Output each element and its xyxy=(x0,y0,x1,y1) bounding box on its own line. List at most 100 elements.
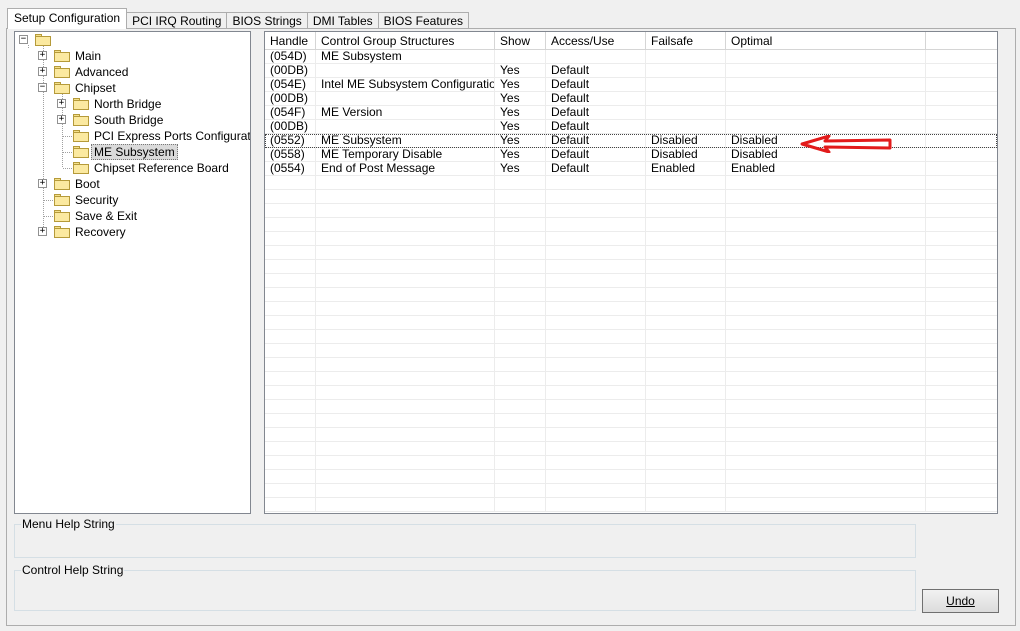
cell-access-use[interactable]: Default xyxy=(546,162,646,176)
menu-help-group: Menu Help String xyxy=(14,517,916,558)
cell-failsafe[interactable]: Enabled xyxy=(646,162,726,176)
cell-handle[interactable]: (0554) xyxy=(265,162,316,176)
undo-button[interactable]: Undo xyxy=(922,589,999,613)
table-row[interactable]: (00DB) Yes Default xyxy=(265,120,997,134)
cell-optimal[interactable]: Enabled xyxy=(726,162,926,176)
table-row[interactable]: (0554) End of Post Message Yes Default Enabl… xyxy=(265,162,997,176)
tree-item-main[interactable]: + Main xyxy=(15,48,245,64)
cell-access-use[interactable]: Default xyxy=(546,92,646,106)
cell-control-group[interactable] xyxy=(316,120,495,134)
column-header-show[interactable]: Show xyxy=(495,32,546,50)
cell-handle[interactable]: (00DB) xyxy=(265,120,316,134)
tree-item-pci-express-ports[interactable]: PCI Express Ports Configuration xyxy=(15,128,250,144)
tree-item-security[interactable]: Security xyxy=(15,192,245,208)
cell-access-use[interactable]: Default xyxy=(546,134,646,148)
table-row[interactable]: (054D) ME Subsystem xyxy=(265,50,997,64)
cell-handle[interactable]: (054E) xyxy=(265,78,316,92)
cell-access-use[interactable]: Default xyxy=(546,106,646,120)
column-header-access-use[interactable]: Access/Use xyxy=(546,32,646,50)
cell-failsafe[interactable]: Disabled xyxy=(646,148,726,162)
table-row[interactable]: (00DB) Yes Default xyxy=(265,64,997,78)
cell-access-use[interactable]: Default xyxy=(546,148,646,162)
table-row[interactable]: (054F) ME Version Yes Default xyxy=(265,106,997,120)
cell-failsafe[interactable] xyxy=(646,120,726,134)
empty-cell xyxy=(495,316,546,330)
expand-icon[interactable]: + xyxy=(38,67,47,76)
cell-show[interactable]: Yes xyxy=(495,120,546,134)
cell-optimal[interactable] xyxy=(726,120,926,134)
cell-optimal[interactable] xyxy=(726,64,926,78)
tree-item-chipset-reference-board[interactable]: Chipset Reference Board xyxy=(15,160,245,176)
tree-item-north-bridge[interactable]: + North Bridge xyxy=(15,96,245,112)
tree-item-south-bridge[interactable]: + South Bridge xyxy=(15,112,245,128)
column-header-failsafe[interactable]: Failsafe xyxy=(646,32,726,50)
expand-icon[interactable]: + xyxy=(57,99,66,108)
cell-control-group[interactable]: ME Version xyxy=(316,106,495,120)
collapse-icon[interactable]: − xyxy=(38,83,47,92)
cell-failsafe[interactable] xyxy=(646,106,726,120)
empty-cell xyxy=(316,414,495,428)
control-grid[interactable]: Handle Control Group Structures Show Acc… xyxy=(264,31,998,514)
expand-icon[interactable]: + xyxy=(38,179,47,188)
column-header-control-group[interactable]: Control Group Structures xyxy=(316,32,495,50)
collapse-icon[interactable]: − xyxy=(19,35,28,44)
tree-item-chipset[interactable]: − Chipset xyxy=(15,80,245,96)
expand-icon[interactable]: + xyxy=(57,115,66,124)
cell-show[interactable] xyxy=(495,50,546,64)
cell-access-use[interactable]: Default xyxy=(546,120,646,134)
setup-tree[interactable]: − + Main + Advanced − Chipset + North Br… xyxy=(14,31,251,514)
cell-handle[interactable]: (00DB) xyxy=(265,92,316,106)
expand-icon[interactable]: + xyxy=(38,51,47,60)
cell-access-use[interactable]: Default xyxy=(546,78,646,92)
empty-cell xyxy=(265,372,316,386)
cell-show[interactable]: Yes xyxy=(495,92,546,106)
column-header-optimal[interactable]: Optimal xyxy=(726,32,926,50)
cell-failsafe[interactable]: Disabled xyxy=(646,134,726,148)
cell-handle[interactable]: (054F) xyxy=(265,106,316,120)
cell-show[interactable]: Yes xyxy=(495,162,546,176)
cell-handle[interactable]: (054D) xyxy=(265,50,316,64)
table-row[interactable]: (054E) Intel ME Subsystem Configuration Ye… xyxy=(265,78,997,92)
empty-row xyxy=(265,176,997,190)
cell-show[interactable]: Yes xyxy=(495,64,546,78)
cell-control-group[interactable]: End of Post Message xyxy=(316,162,495,176)
cell-control-group[interactable]: ME Temporary Disable xyxy=(316,148,495,162)
cell-control-group[interactable] xyxy=(316,64,495,78)
empty-cell xyxy=(926,190,997,204)
cell-show[interactable]: Yes xyxy=(495,78,546,92)
cell-optimal[interactable] xyxy=(726,78,926,92)
cell-failsafe[interactable] xyxy=(646,78,726,92)
table-row[interactable]: (00DB) Yes Default xyxy=(265,92,997,106)
empty-cell xyxy=(546,288,646,302)
tree-item-boot[interactable]: + Boot xyxy=(15,176,245,192)
empty-cell xyxy=(546,386,646,400)
cell-optimal[interactable] xyxy=(726,106,926,120)
cell-control-group[interactable]: Intel ME Subsystem Configuration xyxy=(316,78,495,92)
empty-row xyxy=(265,456,997,470)
cell-optimal[interactable] xyxy=(726,92,926,106)
control-help-group: Control Help String xyxy=(14,563,916,611)
tree-item-save-exit[interactable]: Save & Exit xyxy=(15,208,245,224)
cell-show[interactable]: Yes xyxy=(495,148,546,162)
column-header-handle[interactable]: Handle xyxy=(265,32,316,50)
cell-access-use[interactable]: Default xyxy=(546,64,646,78)
cell-handle[interactable]: (0552) xyxy=(265,134,316,148)
cell-optimal[interactable] xyxy=(726,50,926,64)
cell-handle[interactable]: (0558) xyxy=(265,148,316,162)
cell-access-use[interactable] xyxy=(546,50,646,64)
cell-show[interactable]: Yes xyxy=(495,134,546,148)
tree-item-recovery[interactable]: + Recovery xyxy=(15,224,245,240)
cell-control-group[interactable]: ME Subsystem xyxy=(316,50,495,64)
tab-setup-configuration[interactable]: Setup Configuration xyxy=(7,8,128,29)
cell-failsafe[interactable] xyxy=(646,92,726,106)
cell-control-group[interactable] xyxy=(316,92,495,106)
cell-failsafe[interactable] xyxy=(646,50,726,64)
cell-control-group[interactable]: ME Subsystem xyxy=(316,134,495,148)
empty-cell xyxy=(726,288,926,302)
cell-handle[interactable]: (00DB) xyxy=(265,64,316,78)
expand-icon[interactable]: + xyxy=(38,227,47,236)
tree-item-me-subsystem[interactable]: ME Subsystem xyxy=(15,144,245,160)
cell-failsafe[interactable] xyxy=(646,64,726,78)
cell-show[interactable]: Yes xyxy=(495,106,546,120)
tree-item-advanced[interactable]: + Advanced xyxy=(15,64,245,80)
